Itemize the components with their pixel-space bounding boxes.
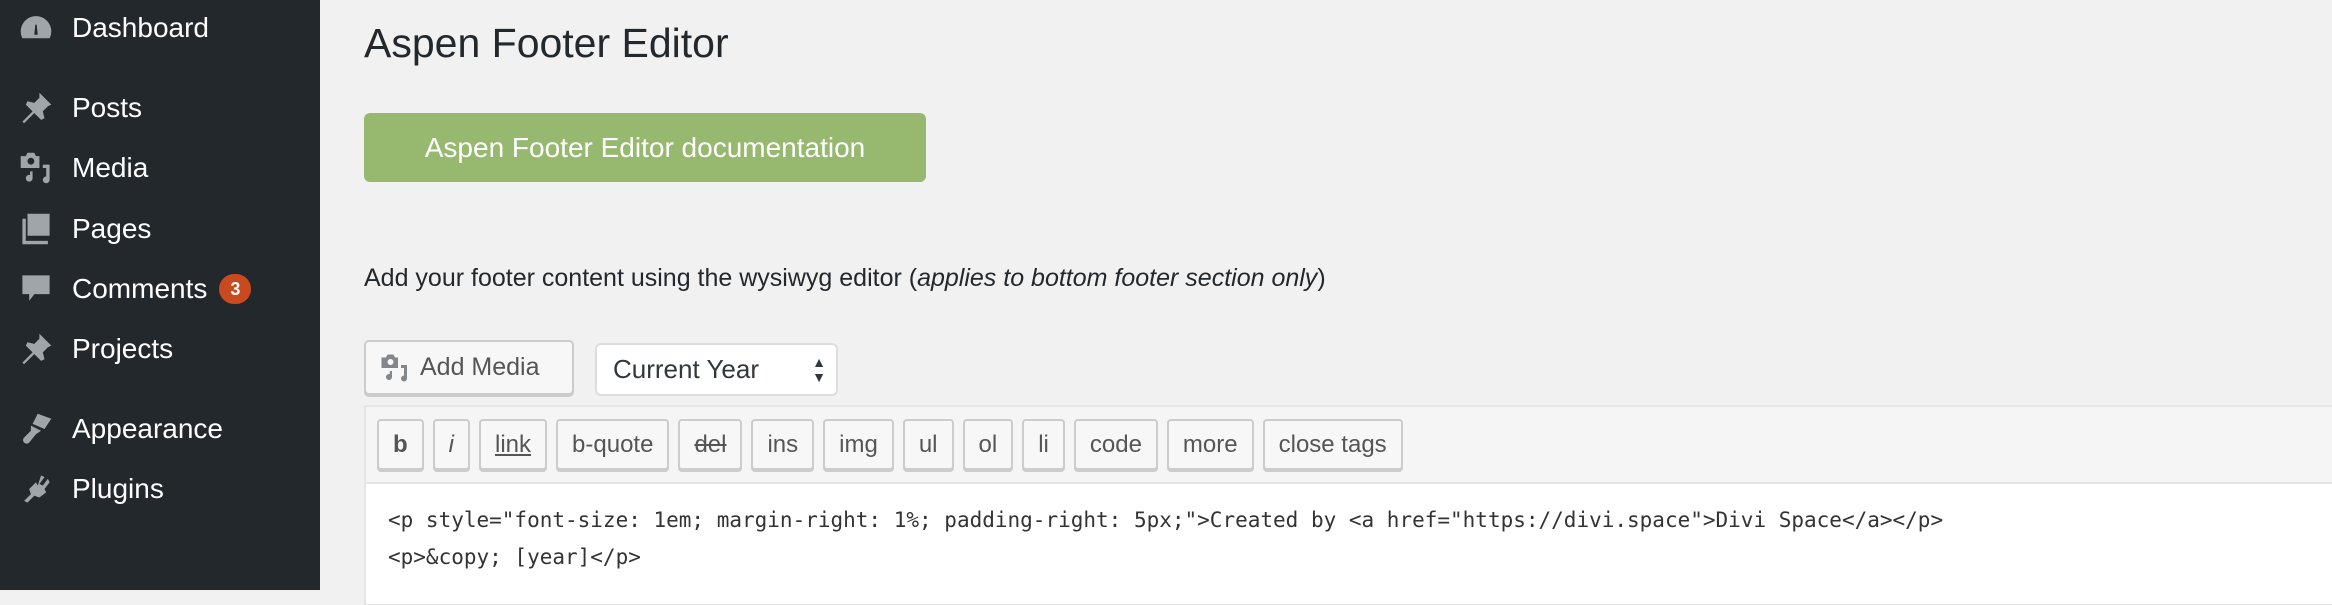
code-line: <p style="font-size: 1em; margin-right: … <box>388 508 1944 532</box>
blockquote-button[interactable]: b-quote <box>556 419 670 470</box>
quicktags-toolbar: b i link b-quote del ins img ul ol li co… <box>366 407 2332 484</box>
del-button[interactable]: del <box>678 419 743 470</box>
select-value: Current Year <box>613 354 759 384</box>
sidebar-item-label: Comments <box>72 273 208 304</box>
pin-icon <box>18 331 54 367</box>
sidebar-item-label: Dashboard <box>72 12 209 43</box>
close-tags-button[interactable]: close tags <box>1262 419 1403 470</box>
add-media-button[interactable]: Add Media <box>364 340 574 395</box>
editor-description: Add your footer content using the wysiwy… <box>364 264 1326 293</box>
add-media-label: Add Media <box>420 353 540 381</box>
sidebar-item-dashboard[interactable]: Dashboard <box>0 0 320 56</box>
sidebar-item-label: Appearance <box>72 413 224 444</box>
code-editor: b i link b-quote del ins img ul ol li co… <box>364 405 2332 605</box>
sidebar-item-pages[interactable]: Pages <box>0 201 320 257</box>
li-button[interactable]: li <box>1022 419 1065 470</box>
plugin-icon <box>18 471 54 507</box>
dashboard-icon <box>18 10 54 46</box>
sidebar-item-projects[interactable]: Projects <box>0 321 320 377</box>
description-text: ) <box>1317 264 1326 292</box>
ul-button[interactable]: ul <box>902 419 954 470</box>
ol-button[interactable]: ol <box>962 419 1014 470</box>
code-line: <p>&copy; [year]</p> <box>388 545 641 569</box>
select-arrows-icon: ▲ ▼ <box>812 354 826 385</box>
comment-icon <box>18 271 54 307</box>
description-emphasis: applies to bottom footer section only <box>917 264 1318 292</box>
comment-count-badge: 3 <box>219 274 252 304</box>
code-button[interactable]: code <box>1073 419 1158 470</box>
sidebar-item-label: Pages <box>72 213 152 244</box>
shortcode-select[interactable]: Current Year ▲ ▼ <box>595 343 838 396</box>
link-button[interactable]: link <box>479 419 548 470</box>
ins-button[interactable]: ins <box>751 419 815 470</box>
sidebar-item-label: Posts <box>72 92 143 123</box>
italic-button[interactable]: i <box>432 419 471 470</box>
sidebar-item-posts[interactable]: Posts <box>0 80 320 136</box>
brush-icon <box>18 411 54 447</box>
sidebar-item-label: Plugins <box>72 473 164 504</box>
sidebar-item-plugins[interactable]: Plugins <box>0 461 320 517</box>
footer-content-textarea[interactable]: <p style="font-size: 1em; margin-right: … <box>366 484 2332 604</box>
sidebar-item-media[interactable]: Media <box>0 140 320 196</box>
description-text: Add your footer content using the wysiwy… <box>364 264 918 292</box>
sidebar-item-label: Media <box>72 152 149 183</box>
sidebar-item-appearance[interactable]: Appearance <box>0 401 320 457</box>
admin-sidebar: Dashboard Posts Media Pages Comments 3 P… <box>0 0 320 590</box>
more-button[interactable]: more <box>1166 419 1254 470</box>
pages-icon <box>18 211 54 247</box>
bold-button[interactable]: b <box>377 419 424 470</box>
media-icon <box>18 150 54 186</box>
sidebar-item-comments[interactable]: Comments 3 <box>0 261 320 317</box>
page-title: Aspen Footer Editor <box>364 20 729 66</box>
img-button[interactable]: img <box>823 419 894 470</box>
sidebar-item-label: Projects <box>72 333 174 364</box>
media-icon <box>381 354 407 381</box>
documentation-button[interactable]: Aspen Footer Editor documentation <box>364 113 926 182</box>
pin-icon <box>18 90 54 126</box>
